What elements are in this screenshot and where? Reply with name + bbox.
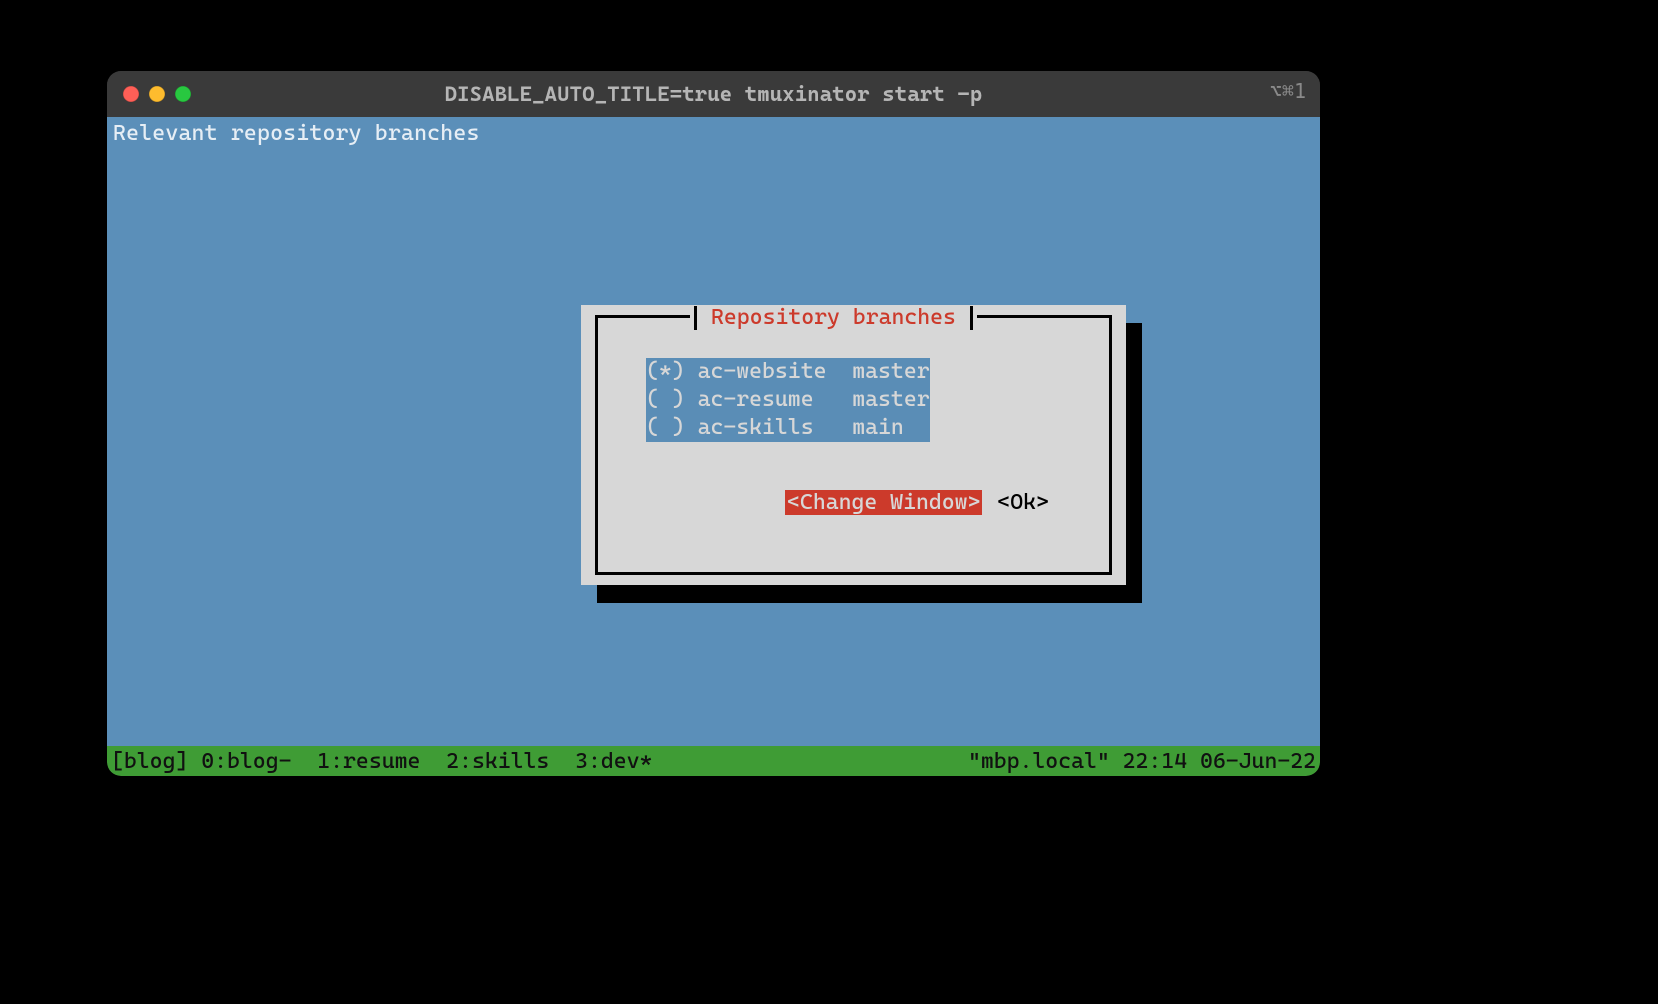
branch-list: (*) ac-website master( ) ac-resume maste…	[646, 358, 930, 442]
dialog-title-text: Repository branches	[694, 306, 973, 330]
keyboard-shortcut-hint: ⌥⌘1	[1270, 79, 1306, 103]
tmux-status-bar: [blog] 0:blog- 1:resume 2:skills 3:dev* …	[107, 746, 1320, 776]
tmux-status-left: [blog] 0:blog- 1:resume 2:skills 3:dev*	[111, 749, 652, 774]
branch-item[interactable]: (*) ac-website master	[646, 358, 930, 386]
branch-item[interactable]: ( ) ac-skills main	[646, 414, 930, 442]
window-title: DISABLE_AUTO_TITLE=true tmuxinator start…	[107, 82, 1320, 106]
terminal-window: DISABLE_AUTO_TITLE=true tmuxinator start…	[107, 71, 1320, 776]
dialog-buttons: <Change Window> <Ok>	[598, 465, 1109, 540]
shortcut-label: ⌥⌘1	[1270, 79, 1306, 103]
titlebar: DISABLE_AUTO_TITLE=true tmuxinator start…	[107, 71, 1320, 117]
terminal-pane[interactable]: Relevant repository branches Repository …	[107, 117, 1320, 746]
repository-branches-dialog: Repository branches (*) ac-website maste…	[581, 305, 1126, 585]
dialog-border: Repository branches (*) ac-website maste…	[595, 315, 1112, 575]
ok-button[interactable]: <Ok>	[995, 490, 1051, 515]
change-window-button[interactable]: <Change Window>	[785, 490, 982, 515]
tmux-status-right: "mbp.local" 22:14 06-Jun-22	[968, 749, 1316, 774]
dialog-title: Repository branches	[690, 306, 977, 330]
branch-item[interactable]: ( ) ac-resume master	[646, 386, 930, 414]
pane-heading: Relevant repository branches	[107, 117, 1320, 146]
